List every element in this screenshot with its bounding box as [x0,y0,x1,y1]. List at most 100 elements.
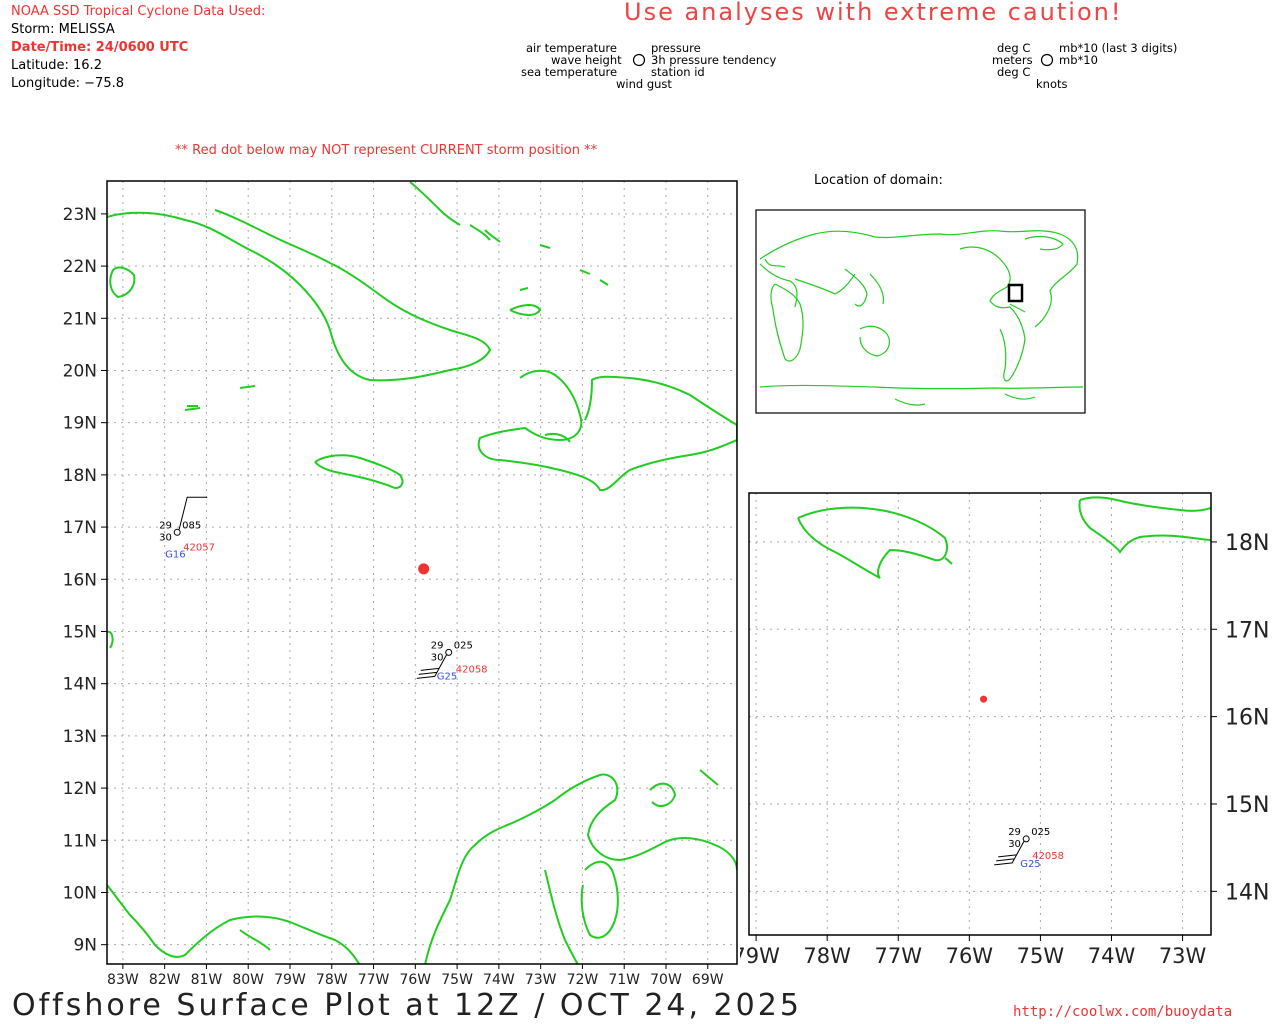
lon-tick-label: 73W [1159,944,1207,968]
lat-tick-label: 20N [63,361,97,381]
data-source-label: NOAA SSD Tropical Cyclone Data Used: [11,4,266,19]
lon-tick-label: 83W [107,972,139,988]
legend-unit-mb10: mb*10 [1059,53,1098,67]
main-map-coastlines [107,181,737,964]
lon-tick-label: 72W [567,972,599,988]
station-air-temp: 29 [431,640,444,651]
station-42057[interactable]: 29 30 085 42057 G16 [159,496,215,560]
lat-tick-label: 18N [63,466,97,486]
lat-tick-label: 21N [63,309,97,329]
hispaniola-coastline-zoom [1078,496,1211,554]
lat-tick-label: 15N [1225,793,1269,818]
lon-tick-label: 79W [274,972,306,988]
station-air-temp: 29 [159,520,172,531]
lon-tick-label: 77W [875,944,923,968]
lon-tick-label: 75W [441,972,473,988]
station-gust: G25 [1020,859,1040,870]
main-map[interactable]: 23N 22N 21N 20N 19N 18N 17N 16N 15N 14N 13N 12N 11N 1… [0,170,750,1000]
lat-tick-label: 18N [1225,531,1269,556]
legend-unit-knots: knots [1036,77,1068,91]
lon-tick-label: 73W [525,972,557,988]
lat-tick-label: 13N [63,727,97,747]
station-id: 42057 [183,542,215,553]
lon-tick-label: 79W [740,944,780,968]
station-pressure: 085 [182,520,201,531]
station-sea-temp: 30 [431,652,444,663]
caution-banner: Use analyses with extreme caution! [624,0,1123,26]
lat-tick-label: 17N [1225,618,1269,643]
station-air-temp: 29 [1008,827,1021,838]
zoom-map[interactable]: 18N 17N 16N 15N 14N 79W 78W 77W 76W 75W 74W 73W 29… [740,490,1280,970]
lat-tick-label: 19N [63,414,97,434]
source-url-link[interactable]: http://coolwx.com/buoydata [1013,1004,1232,1020]
zoom-map-coastlines [797,496,1211,579]
lat-tick-label: 11N [63,831,97,851]
storm-position-marker-zoom[interactable] [980,695,988,703]
station-pressure: 025 [1031,827,1050,838]
station-sea-temp: 30 [159,532,172,543]
station-circle-icon [173,528,181,536]
lon-tick-label: 71W [608,972,640,988]
lon-tick-label: 76W [946,944,994,968]
lon-tick-label: 81W [191,972,223,988]
hispaniola-coastline [477,369,737,492]
main-map-lon-axis: 83W 82W 81W 80W 79W 78W 77W 76W 75W 74W 73W 72W 71W 7… [107,964,724,988]
main-map-lat-axis: 23N 22N 21N 20N 19N 18N 17N 16N 15N 14N 13N 12N 11N 1… [63,205,107,956]
station-42058[interactable]: 29 30 025 42058 G25 [416,640,488,682]
lon-tick-label: 78W [803,944,851,968]
station-gust: G16 [165,549,185,560]
storm-name: Storm: MELISSA [11,22,115,37]
zoom-map-gridlines [749,493,1211,935]
station-42058-zoom[interactable]: 29 30 025 42058 G25 [994,827,1064,870]
lat-tick-label: 14N [1225,880,1269,905]
lon-tick-label: 74W [483,972,515,988]
lon-tick-label: 82W [149,972,181,988]
legend-wind-gust: wind gust [616,77,672,91]
lat-tick-label: 17N [63,518,97,538]
station-gust: G25 [437,671,457,682]
lat-tick-label: 14N [63,675,97,695]
lon-tick-label: 70W [650,972,682,988]
jamaica-coastline [314,454,404,490]
lat-tick-label: 12N [63,779,97,799]
lat-tick-label: 10N [63,883,97,903]
storm-latitude: Latitude: 16.2 [11,58,102,73]
storm-position-warning: ** Red dot below may NOT represent CURRE… [175,143,598,158]
lat-tick-label: 16N [1225,706,1269,731]
plot-title: Offshore Surface Plot at 12Z / OCT 24, 2… [12,988,802,1023]
lon-tick-label: 77W [358,972,390,988]
lon-tick-label: 80W [232,972,264,988]
south-america-coastline [424,773,737,964]
lake-maracaibo-coastline [580,860,619,939]
lat-tick-label: 16N [63,570,97,590]
lon-tick-label: 74W [1088,944,1136,968]
lon-tick-label: 76W [399,972,431,988]
storm-position-marker[interactable] [418,563,430,575]
bahamas-coastline [409,181,461,226]
legend-station-circle-icon [632,53,646,67]
station-sea-temp: 30 [1008,839,1021,850]
station-pressure: 025 [454,640,473,651]
inset-title: Location of domain: [814,173,943,188]
zoom-map-lon-axis: 79W 78W 77W 76W 75W 74W 73W [740,935,1207,968]
cuba-coastline [107,209,492,382]
legend-unit-degc-sea: deg C [997,65,1031,79]
lon-tick-label: 69W [692,972,724,988]
world-locator-map [755,209,1086,414]
lat-tick-label: 15N [63,622,97,642]
storm-datetime: Date/Time: 24/0600 UTC [11,40,189,55]
lat-tick-label: 23N [63,205,97,225]
central-america-coastline [107,630,361,964]
lat-tick-label: 9N [73,936,97,956]
lon-tick-label: 78W [316,972,348,988]
zoom-map-frame [748,492,1212,936]
lon-tick-label: 75W [1017,944,1065,968]
station-id: 42058 [456,664,488,675]
jamaica-coastline-zoom [797,506,948,579]
lat-tick-label: 22N [63,257,97,277]
storm-longitude: Longitude: −75.8 [11,76,125,91]
legend-sea-temperature: sea temperature [521,65,618,79]
legend-units-circle-icon [1040,53,1054,67]
zoom-map-lat-axis: 18N 17N 16N 15N 14N [1211,531,1269,905]
isla-juventud-coastline [109,266,136,299]
